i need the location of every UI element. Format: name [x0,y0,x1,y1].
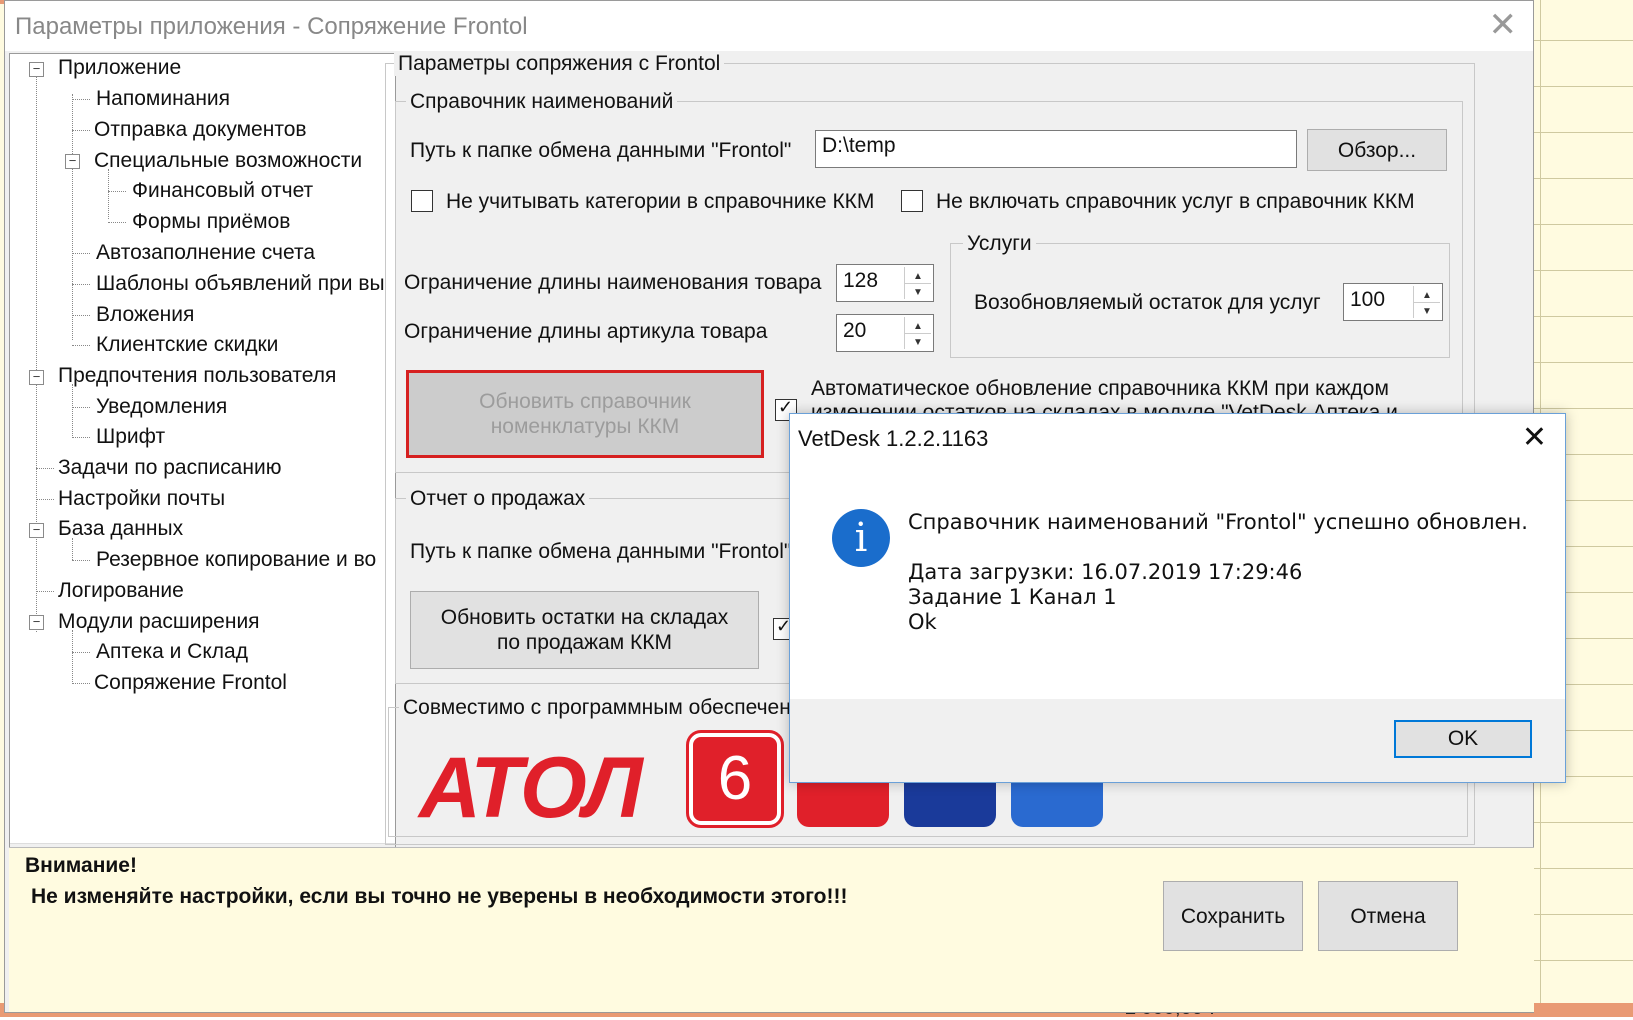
tree-item-logging[interactable]: Логирование [58,579,184,603]
tree-item-app[interactable]: Приложение [58,56,181,80]
info-icon: i [832,509,890,567]
tree-item-pharmacy[interactable]: Аптека и Склад [96,640,248,664]
update-catalog-button[interactable]: Обновить справочник номенклатуры ККМ [406,370,764,458]
up-arrow-icon[interactable]: ▲ [905,267,931,284]
dialog-title: VetDesk 1.2.2.1163 [798,426,989,451]
settings-tree: − Приложение Напоминания Отправка докуме… [9,53,396,879]
dialog-message: Справочник наименований "Frontol" успешн… [908,510,1528,534]
frontol6-logo: 6 [686,730,784,828]
tree-item-autofill[interactable]: Автозаполнение счета [96,241,315,265]
services-rest-value: 100 [1350,288,1386,311]
info-dialog: VetDesk 1.2.2.1163 ✕ i Справочник наимен… [789,413,1566,783]
tree-item-forms[interactable]: Формы приёмов [132,210,290,234]
tree-item-special[interactable]: Специальные возможности [94,149,362,173]
tree-item-templates[interactable]: Шаблоны объявлений при вы [96,272,385,296]
article-limit-value: 20 [843,319,867,342]
update-stock-button[interactable]: Обновить остатки на складах по продажам … [410,591,759,669]
up-arrow-icon[interactable]: ▲ [1414,286,1440,303]
tree-item-fin-report[interactable]: Финансовый отчет [132,179,313,203]
services-group-title: Услуги [963,232,1036,256]
tree-item-mail[interactable]: Настройки почты [58,487,225,511]
frontol-settings-title: Параметры сопряжения с Frontol [394,52,725,76]
warning-title: Внимание! [25,854,137,877]
name-limit-stepper[interactable]: 128 ▲ ▼ [836,264,934,302]
name-limit-label: Ограничение длины наименования товара [404,271,822,294]
sales-report-title: Отчет о продажах [406,487,590,511]
title-bar: Параметры приложения - Сопряжение Fronto… [5,1,1533,51]
services-checkbox[interactable] [901,190,923,212]
auto-update-label-2: изменении остатков на складах в модуле "… [811,401,1398,413]
tree-item-scheduled[interactable]: Задачи по расписанию [58,456,281,480]
close-icon[interactable]: ✕ [1522,420,1547,455]
tree-item-doc-sending[interactable]: Отправка документов [94,118,307,142]
services-rest-stepper[interactable]: 100 ▲ ▼ [1343,283,1443,321]
categories-checkbox[interactable] [411,190,433,212]
sales-path-label: Путь к папке обмена данными "Frontol" [410,540,792,563]
tree-item-reminders[interactable]: Напоминания [96,87,230,111]
categories-checkbox-label: Не учитывать категории в справочнике ККМ [446,190,875,213]
save-button[interactable]: Сохранить [1163,881,1303,951]
browse-button[interactable]: Обзор... [1307,129,1447,171]
tree-item-database[interactable]: База данных [58,517,183,541]
dialog-status: Ok [908,610,937,634]
up-arrow-icon[interactable]: ▲ [905,317,931,334]
path-input[interactable]: D:\temp [815,130,1297,168]
article-limit-label: Ограничение длины артикула товара [404,320,768,343]
services-checkbox-label: Не включать справочник услуг в справочни… [936,190,1415,213]
down-arrow-icon[interactable]: ▼ [905,333,931,349]
auto-update-label: Автоматическое обновление справочника КК… [811,377,1389,400]
atol-logo: АТОЛ [419,740,643,836]
window-title: Параметры приложения - Сопряжение Fronto… [15,13,528,40]
tree-item-frontol[interactable]: Сопряжение Frontol [94,671,287,695]
ok-button[interactable]: OK [1394,720,1532,758]
article-limit-stepper[interactable]: 20 ▲ ▼ [836,314,934,352]
tree-item-font[interactable]: Шрифт [96,425,165,449]
name-limit-value: 128 [843,269,879,292]
down-arrow-icon[interactable]: ▼ [905,283,931,299]
tree-item-modules[interactable]: Модули расширения [58,610,260,634]
tree-item-notifications[interactable]: Уведомления [96,395,227,419]
services-rest-label: Возобновляемый остаток для услуг [974,291,1321,314]
tree-item-backup[interactable]: Резервное копирование и во [96,548,376,572]
tree-item-user-prefs[interactable]: Предпочтения пользователя [58,364,336,388]
cancel-button[interactable]: Отмена [1318,881,1458,951]
tree-item-attachments[interactable]: Вложения [96,303,194,327]
dialog-task: Задание 1 Канал 1 [908,585,1117,609]
compat-group-title: Совместимо с программным обеспечением [399,696,833,720]
path-label: Путь к папке обмена данными "Frontol" [410,139,792,162]
warning-footer: Внимание! Не изменяйте настройки, если в… [9,847,1534,1012]
catalog-group-title: Справочник наименований [406,90,678,114]
tree-item-discounts[interactable]: Клиентские скидки [96,333,278,357]
warning-text: Не изменяйте настройки, если вы точно не… [31,885,848,908]
down-arrow-icon[interactable]: ▼ [1414,302,1440,318]
dialog-date: Дата загрузки: 16.07.2019 17:29:46 [908,560,1303,584]
close-icon[interactable]: ✕ [1489,5,1518,45]
